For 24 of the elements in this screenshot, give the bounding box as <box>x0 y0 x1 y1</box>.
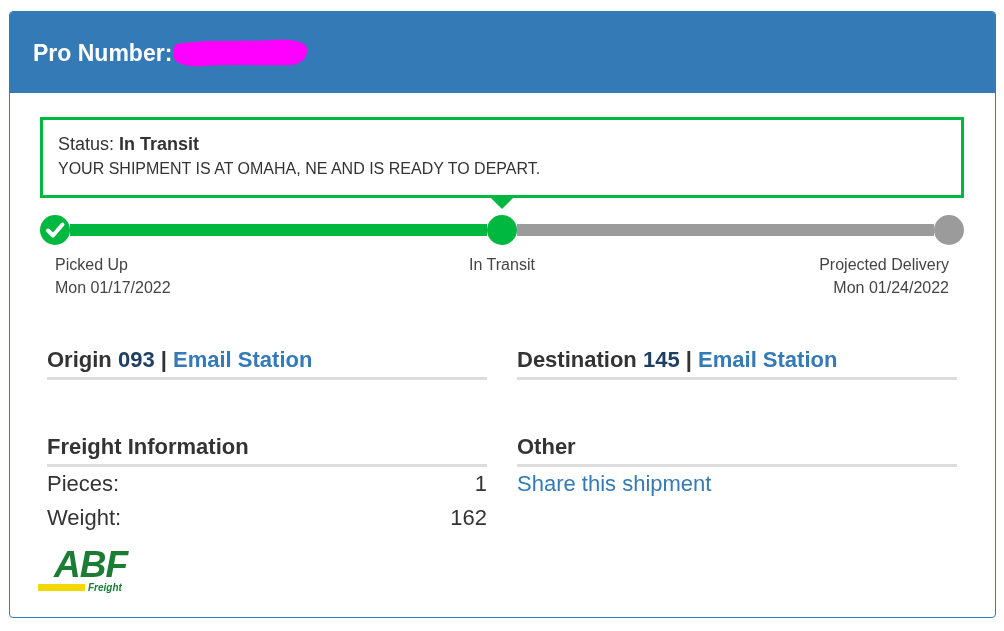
share-link[interactable]: Share this shipment <box>517 467 712 501</box>
pipe-separator: | <box>160 347 167 372</box>
pipe-separator: | <box>685 347 692 372</box>
station-code: 093 <box>117 347 155 372</box>
step-date: Mon 01/17/2022 <box>55 278 172 298</box>
step-label: Picked Up <box>55 255 129 275</box>
field-value: 162 <box>450 504 487 532</box>
status-message: YOUR SHIPMENT IS AT OMAHA, NE AND IS READY TO DEPART. <box>58 159 542 179</box>
redaction-scribble-icon <box>173 38 309 67</box>
section-title: Freight Information <box>47 434 249 459</box>
field-value: 1 <box>474 470 487 498</box>
step-label: Projected Delivery <box>818 255 949 275</box>
email-station-link[interactable]: Email Station <box>173 347 313 372</box>
email-station-link[interactable]: Email Station <box>698 347 838 372</box>
station-title: Destination <box>517 347 637 372</box>
step-date: Mon 01/24/2022 <box>832 278 949 298</box>
section-title: Other <box>517 434 576 459</box>
step-label: In Transit <box>468 255 536 275</box>
field-label: Pieces: <box>47 470 120 498</box>
pro-number-label: Pro Number: <box>33 38 173 68</box>
status-line: Status: In Transit <box>58 133 201 156</box>
field-label: Weight: <box>47 504 122 532</box>
station-title: Origin <box>47 347 112 372</box>
station-code: 145 <box>642 347 680 372</box>
